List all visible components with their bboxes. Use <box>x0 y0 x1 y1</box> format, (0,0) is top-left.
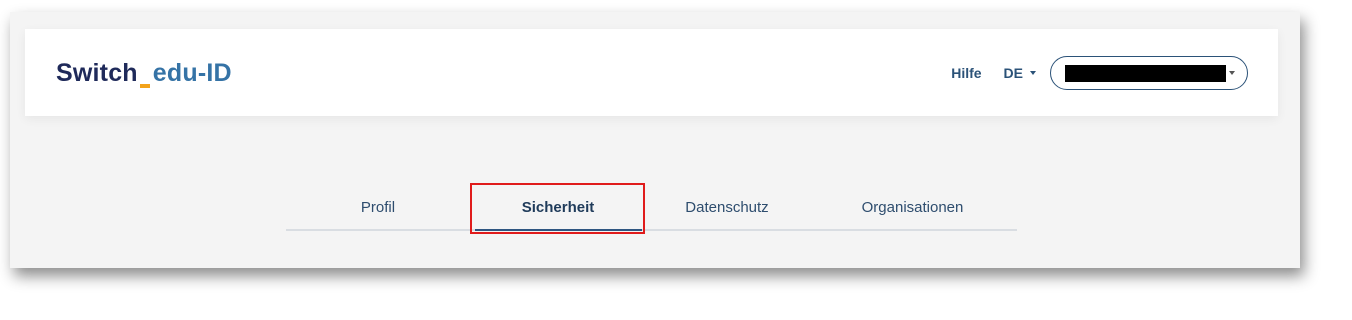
logo-text-edu-id: edu-ID <box>152 59 232 87</box>
tab-label: Datenschutz <box>685 199 769 216</box>
tab-datenschutz[interactable]: Datenschutz <box>646 190 808 229</box>
language-selected: DE <box>1003 65 1023 81</box>
logo-underscore-mark <box>139 84 150 88</box>
account-tabs: Profil Sicherheit Datenschutz Organisati… <box>286 190 1017 231</box>
tab-label: Organisationen <box>861 199 964 216</box>
switch-edu-id-logo[interactable]: Switch edu-ID <box>56 58 232 92</box>
help-link[interactable]: Hilfe <box>951 65 981 81</box>
tab-sicherheit[interactable]: Sicherheit <box>470 190 646 231</box>
tab-profil[interactable]: Profil <box>286 190 470 229</box>
tab-organisationen[interactable]: Organisationen <box>808 190 1017 229</box>
tab-label: Profil <box>360 199 396 216</box>
logo-text-switch: Switch <box>56 59 138 87</box>
chevron-down-icon <box>1229 71 1235 75</box>
header-actions: Hilfe DE <box>951 54 1248 92</box>
tab-label: Sicherheit <box>521 199 595 216</box>
top-header: Switch edu-ID Hilfe DE <box>25 29 1278 116</box>
language-dropdown[interactable]: DE <box>1004 65 1036 81</box>
chevron-down-icon <box>1030 71 1036 75</box>
user-name-redacted <box>1065 64 1226 82</box>
user-menu-dropdown[interactable] <box>1050 56 1248 90</box>
